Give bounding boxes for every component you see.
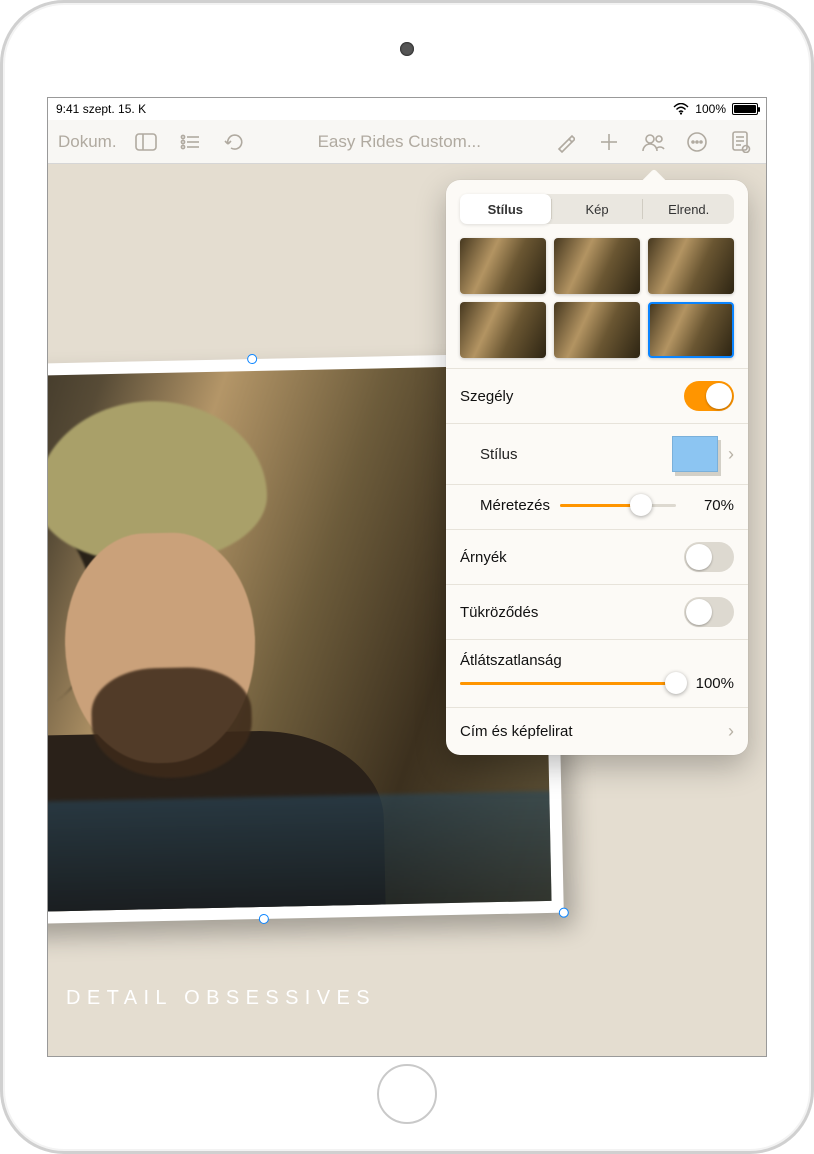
shadow-row: Árnyék	[446, 529, 748, 584]
preset-1[interactable]	[460, 238, 546, 294]
preset-4[interactable]	[460, 302, 546, 358]
tab-style[interactable]: Stílus	[460, 194, 551, 224]
status-left: 9:41 szept. 15. K	[56, 102, 146, 116]
preset-2[interactable]	[554, 238, 640, 294]
border-row: Szegély	[446, 368, 748, 423]
format-tabs: Stílus Kép Elrend.	[460, 194, 734, 224]
border-label: Szegély	[460, 388, 684, 405]
insert-button[interactable]	[588, 121, 630, 163]
scale-slider[interactable]	[560, 495, 676, 515]
outline-button[interactable]	[169, 121, 211, 163]
status-date: szept. 15. K	[83, 102, 146, 116]
border-style-row[interactable]: Stílus ›	[446, 423, 748, 484]
border-style-label: Stílus	[460, 446, 672, 463]
status-time: 9:41	[56, 102, 79, 116]
preset-6[interactable]	[648, 302, 734, 358]
screen: 9:41 szept. 15. K 100% Dokum. Easy Rides…	[47, 97, 767, 1057]
chevron-right-icon: ›	[722, 444, 734, 465]
document-view-button[interactable]	[720, 121, 762, 163]
shadow-label: Árnyék	[460, 549, 684, 566]
style-presets	[446, 238, 748, 368]
status-right: 100%	[673, 102, 758, 116]
opacity-row: 100%	[446, 673, 748, 707]
home-button[interactable]	[377, 1064, 437, 1124]
ipad-frame: 9:41 szept. 15. K 100% Dokum. Easy Rides…	[0, 0, 814, 1154]
border-style-preview	[672, 436, 718, 472]
reflection-row: Tükröződés	[446, 584, 748, 639]
back-button[interactable]: Dokum.	[52, 132, 123, 152]
format-brush-button[interactable]	[544, 121, 586, 163]
caption-label: Cím és képfelirat	[460, 723, 722, 740]
opacity-label: Átlátszatlanság	[446, 639, 748, 673]
scale-value: 70%	[686, 497, 734, 514]
toolbar: Dokum. Easy Rides Custom...	[48, 120, 766, 164]
undo-button[interactable]	[213, 121, 255, 163]
document-canvas[interactable]: DETAIL OBSESSIVES Stílus Kép Elrend.	[48, 164, 766, 1056]
caption-row[interactable]: Cím és képfelirat ›	[446, 707, 748, 755]
preset-3[interactable]	[648, 238, 734, 294]
reflection-toggle[interactable]	[684, 597, 734, 627]
scale-label: Méretezés	[460, 497, 550, 514]
chevron-right-icon: ›	[722, 721, 734, 742]
opacity-slider[interactable]	[460, 673, 676, 693]
battery-icon	[732, 103, 758, 115]
opacity-value: 100%	[686, 675, 734, 692]
shadow-toggle[interactable]	[684, 542, 734, 572]
front-camera	[400, 42, 414, 56]
wifi-icon	[673, 103, 689, 115]
reflection-label: Tükröződés	[460, 604, 684, 621]
scale-row: Méretezés 70%	[446, 484, 748, 529]
selection-handle-bottom[interactable]	[259, 914, 269, 924]
page-caption: DETAIL OBSESSIVES	[66, 987, 376, 1010]
border-toggle[interactable]	[684, 381, 734, 411]
tab-arrange[interactable]: Elrend.	[643, 194, 734, 224]
status-bar: 9:41 szept. 15. K 100%	[48, 98, 766, 120]
format-popover: Stílus Kép Elrend. Szegély	[446, 180, 748, 755]
document-title[interactable]: Easy Rides Custom...	[257, 132, 542, 152]
selection-handle-br[interactable]	[559, 908, 569, 918]
preset-5[interactable]	[554, 302, 640, 358]
sidebar-toggle-button[interactable]	[125, 121, 167, 163]
battery-pct: 100%	[695, 102, 726, 116]
more-button[interactable]	[676, 121, 718, 163]
selection-handle-top[interactable]	[247, 354, 257, 364]
tab-image[interactable]: Kép	[552, 194, 643, 224]
collaborate-button[interactable]	[632, 121, 674, 163]
